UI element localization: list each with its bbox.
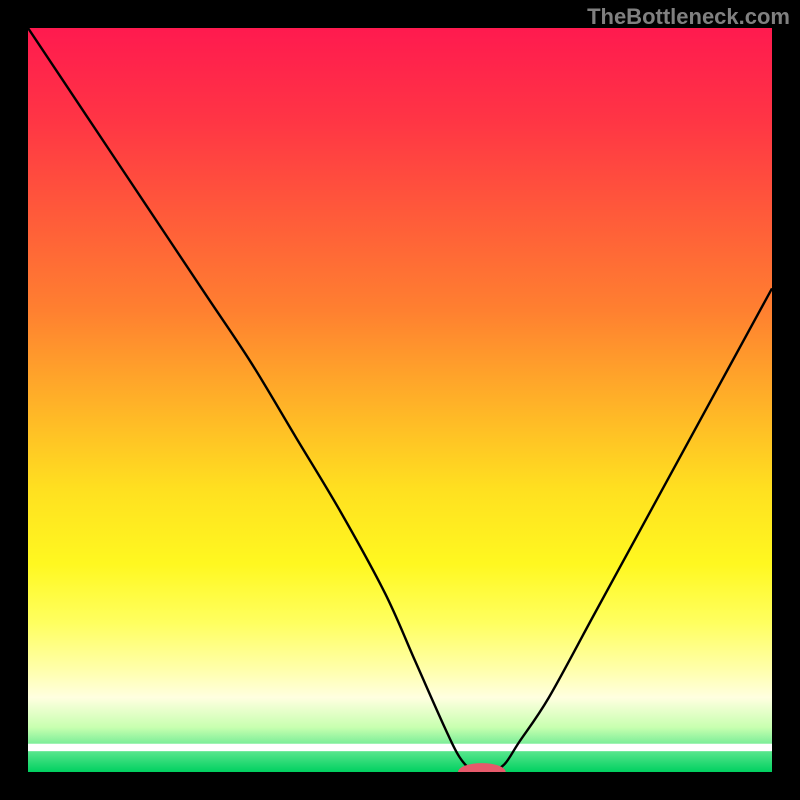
watermark-text: TheBottleneck.com: [587, 4, 790, 30]
white-baseline-strip: [28, 744, 772, 751]
bottleneck-chart: [0, 0, 800, 800]
chart-frame: { "watermark": "TheBottleneck.com", "col…: [0, 0, 800, 800]
gradient-background: [28, 28, 772, 772]
optimal-marker: [458, 763, 506, 781]
